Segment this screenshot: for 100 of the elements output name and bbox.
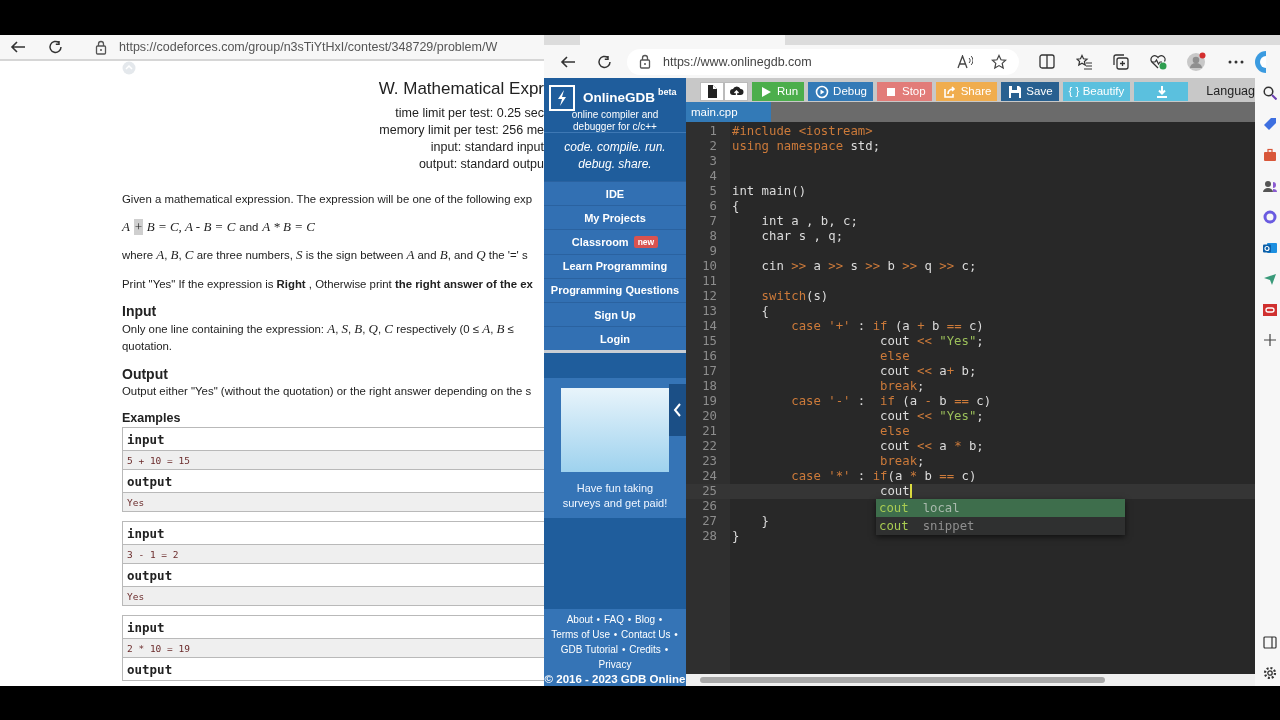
code-line: else bbox=[879, 424, 910, 439]
code-line: case '+' : if (a + b == c) bbox=[790, 319, 984, 334]
line-number: 9 bbox=[708, 244, 717, 259]
code-line: { bbox=[732, 199, 740, 214]
upload-button[interactable] bbox=[724, 81, 748, 101]
briefcase-icon[interactable] bbox=[1262, 148, 1277, 162]
footer-link[interactable]: Blog bbox=[635, 614, 655, 625]
collections-icon[interactable] bbox=[1113, 53, 1129, 70]
line-number: 12 bbox=[701, 289, 717, 304]
back-icon[interactable] bbox=[10, 39, 26, 55]
nav-link[interactable]: Login bbox=[544, 326, 686, 351]
refresh-icon[interactable] bbox=[48, 40, 62, 54]
nav-link[interactable]: Programming Questions bbox=[544, 277, 686, 302]
split-screen-icon[interactable] bbox=[1039, 54, 1055, 69]
line-number: 3 bbox=[708, 154, 717, 169]
chat-bubble-icon[interactable] bbox=[1254, 49, 1266, 74]
bullet-separator: • bbox=[596, 614, 601, 625]
math-formula: A + B = C, A - B = C and A * B = C bbox=[122, 219, 315, 235]
code-line: cout bbox=[879, 484, 912, 499]
paragraph: Only one line containing the expression: A, S, B, Q, C respectively (0 ≤ A, B ≤ bbox=[122, 320, 515, 338]
line-number: 7 bbox=[708, 214, 717, 229]
limit-text: input: standard input bbox=[430, 139, 544, 156]
limit-text: memory limit per test: 256 me bbox=[379, 122, 544, 139]
autocomplete-item[interactable]: cout local bbox=[876, 499, 1125, 517]
panel-icon[interactable] bbox=[1262, 636, 1277, 649]
code-line: #include <iostream> bbox=[732, 124, 873, 139]
search-icon[interactable] bbox=[1262, 86, 1277, 100]
tag-icon[interactable] bbox=[1262, 117, 1277, 131]
code-line: break; bbox=[879, 379, 925, 394]
example-value: 5 + 10 = 15 bbox=[123, 451, 544, 470]
section-heading: Output bbox=[122, 366, 169, 383]
line-number: 8 bbox=[708, 229, 717, 244]
paragraph: Print "Yes" If the expression is Right , Otherwise print the right answer of the ex bbox=[122, 277, 534, 292]
code-line: { bbox=[760, 304, 770, 319]
limit-text: time limit per test: 0.25 sec bbox=[395, 105, 544, 122]
example-value: Yes bbox=[123, 587, 544, 605]
footer-link[interactable]: GDB Tutorial bbox=[560, 644, 619, 655]
footer-link[interactable]: Privacy bbox=[598, 659, 632, 670]
nav-link[interactable]: IDE bbox=[544, 181, 686, 206]
line-number: 1 bbox=[708, 124, 717, 139]
avatar-icon[interactable] bbox=[1186, 51, 1206, 72]
read-aloud-icon[interactable] bbox=[957, 54, 973, 69]
footer-link[interactable]: Credits bbox=[629, 644, 661, 655]
line-number: 10 bbox=[701, 259, 717, 274]
footer-link[interactable]: FAQ bbox=[603, 614, 624, 625]
code-line: cout << "Yes"; bbox=[879, 409, 984, 424]
address-field[interactable]: https://www.onlinegdb.com bbox=[627, 48, 1019, 75]
footer-link[interactable]: About bbox=[566, 614, 593, 625]
section-heading: Input bbox=[122, 303, 158, 320]
line-number: 21 bbox=[701, 424, 717, 439]
star-icon[interactable] bbox=[991, 53, 1007, 70]
autocomplete-item[interactable]: cout snippet bbox=[876, 517, 1125, 535]
footer-link[interactable]: Contact Us bbox=[621, 629, 671, 640]
line-number: 26 bbox=[701, 499, 717, 514]
heart-pulse-icon[interactable] bbox=[1149, 53, 1167, 70]
line-number: 5 bbox=[708, 184, 717, 199]
bullet-separator: • bbox=[674, 629, 678, 640]
settings-icon[interactable] bbox=[1262, 666, 1277, 680]
code-line: cin >> a >> s >> b >> q >> c; bbox=[760, 259, 977, 274]
debug-icon bbox=[814, 83, 830, 99]
more-icon[interactable] bbox=[1228, 59, 1244, 64]
line-number: 17 bbox=[701, 364, 717, 379]
brand-subtitle: online compiler and debugger for c/c++ bbox=[570, 109, 660, 132]
code-line: else bbox=[879, 349, 910, 364]
chevron-left-icon bbox=[673, 403, 682, 417]
run-button[interactable]: Run bbox=[752, 81, 805, 101]
nav-link[interactable]: Learn Programming bbox=[544, 253, 686, 278]
plus-icon[interactable] bbox=[1263, 334, 1276, 346]
paper-plane-icon[interactable] bbox=[1262, 272, 1277, 286]
mail-icon[interactable] bbox=[1262, 241, 1277, 255]
horizontal-scrollbar[interactable] bbox=[686, 674, 1255, 686]
new-file-button[interactable] bbox=[700, 81, 724, 101]
nav-link[interactable]: Sign Up bbox=[544, 301, 686, 327]
limit-text: output: standard outpu bbox=[418, 156, 544, 173]
code-line: } bbox=[732, 529, 740, 544]
code-line: char s , q; bbox=[760, 229, 844, 244]
nav-link[interactable]: My Projects bbox=[544, 205, 686, 230]
nav-link[interactable]: Classroom new bbox=[544, 229, 686, 254]
code-line: switch(s) bbox=[760, 289, 829, 304]
save-button[interactable]: Save bbox=[1001, 81, 1059, 101]
file-tab[interactable]: main.cpp bbox=[686, 102, 771, 122]
code-editor[interactable] bbox=[686, 122, 1255, 686]
back-icon[interactable] bbox=[560, 53, 576, 70]
people-icon[interactable] bbox=[1262, 179, 1277, 193]
line-number: 13 bbox=[701, 304, 717, 319]
example-label: output bbox=[126, 660, 174, 679]
lock-icon bbox=[95, 39, 107, 55]
language-label: Languag bbox=[1206, 84, 1255, 98]
stop-button[interactable]: Stop bbox=[877, 81, 932, 101]
bullet-separator: • bbox=[621, 644, 626, 655]
ring-icon[interactable] bbox=[1262, 210, 1277, 224]
bullet-separator: • bbox=[613, 629, 618, 640]
footer-link[interactable]: Terms of Use bbox=[551, 629, 611, 640]
code-line: cout << a+ b; bbox=[879, 364, 977, 379]
debug-button[interactable]: Debug bbox=[808, 81, 873, 101]
collapse-button[interactable] bbox=[669, 384, 686, 436]
link-icon[interactable] bbox=[1262, 303, 1277, 317]
refresh-icon[interactable] bbox=[597, 54, 611, 69]
line-number: 14 bbox=[701, 319, 717, 334]
favorites-icon[interactable] bbox=[1076, 53, 1093, 70]
